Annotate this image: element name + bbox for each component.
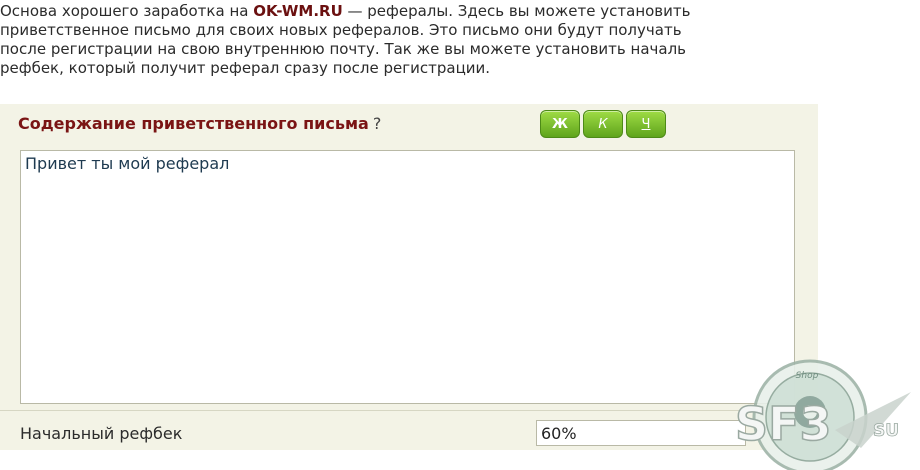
intro-line-2: приветственное письмо для своих новых ре… bbox=[0, 21, 682, 39]
help-icon[interactable]: ? bbox=[373, 114, 382, 133]
bold-label: Ж bbox=[552, 116, 568, 132]
divider bbox=[0, 410, 818, 411]
intro-text-part: — рефералы. Здесь вы можете установить bbox=[342, 2, 691, 20]
welcome-message-textarea[interactable]: Привет ты мой реферал bbox=[20, 150, 795, 404]
italic-label: К bbox=[598, 116, 608, 132]
italic-button[interactable]: К bbox=[583, 110, 623, 138]
logo-suffix: SU bbox=[873, 421, 899, 441]
refback-label: Начальный рефбек bbox=[20, 424, 183, 443]
logo-text: SF3 bbox=[735, 397, 832, 451]
bold-button[interactable]: Ж bbox=[540, 110, 580, 138]
intro-text-part: Основа хорошего заработка на bbox=[0, 2, 254, 20]
shop-text: Shop bbox=[796, 371, 819, 381]
refback-input[interactable] bbox=[536, 420, 746, 446]
intro-line-3: после регистрации на свою внутреннюю поч… bbox=[0, 40, 687, 58]
welcome-letter-header: Содержание приветственного письма? bbox=[18, 114, 381, 133]
welcome-letter-title: Содержание приветственного письма bbox=[18, 114, 369, 133]
intro-line-4: рефбек, который получит реферал сразу по… bbox=[0, 59, 491, 77]
intro-text: Основа хорошего заработка на OK-WM.RU — … bbox=[0, 2, 920, 78]
underline-button[interactable]: Ч bbox=[626, 110, 666, 138]
intro-line-1: Основа хорошего заработка на OK-WM.RU — … bbox=[0, 2, 920, 21]
sf3-logo-watermark: Shop SF3 SU bbox=[735, 359, 911, 470]
underline-label: Ч bbox=[641, 116, 651, 132]
site-brand: OK-WM.RU bbox=[253, 2, 343, 20]
